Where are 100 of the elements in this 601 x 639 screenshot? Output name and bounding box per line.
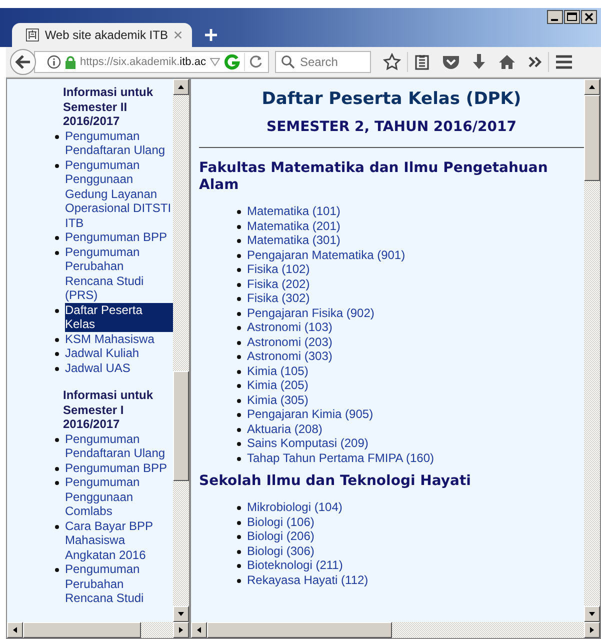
scroll-up-button[interactable] <box>173 79 189 95</box>
scrollbar-thumb[interactable] <box>23 622 141 638</box>
address-bar[interactable]: https://six.akademik.itb.ac <box>34 51 269 73</box>
bullet-icon <box>237 254 241 258</box>
program-link[interactable]: Pengajaran Fisika (902) <box>247 306 374 320</box>
bullet-icon <box>55 236 59 240</box>
menu-icon[interactable] <box>554 54 573 70</box>
sidebar-link[interactable]: Daftar Peserta Kelas <box>65 302 173 332</box>
sidebar-link[interactable]: Jadwal UAS <box>65 360 173 375</box>
sidebar-link[interactable]: Pengumuman Perubahan Rencana Studi (PRS) <box>65 244 173 302</box>
sidebar-link[interactable]: Pengumuman Pendaftaran Ulang <box>65 432 173 460</box>
sidebar-link[interactable]: Pengumuman Penggunaan Comlabs <box>65 475 173 518</box>
bullet-icon <box>237 268 241 272</box>
program-link[interactable]: Matematika (101) <box>247 204 340 218</box>
program-link[interactable]: Biologi (206) <box>247 529 314 544</box>
program-link[interactable]: Kimia (305) <box>247 392 308 407</box>
lock-icon <box>65 56 76 68</box>
program-link[interactable]: Mikrobiologi (104) <box>247 500 342 514</box>
program-link[interactable]: Sains Komputasi (209) <box>247 436 368 450</box>
star-icon[interactable] <box>382 53 401 71</box>
search-icon <box>280 55 295 69</box>
scroll-up-button[interactable] <box>584 79 600 95</box>
sidebar-link[interactable]: Cara Bayar BPP Mahasiswa Angkatan 2016 <box>65 518 173 562</box>
pocket-icon[interactable] <box>442 54 460 70</box>
sidebar-link[interactable]: Pengumuman Penggunaan Gedung Layanan Operasional DITSTI ITB <box>65 158 173 230</box>
info-icon[interactable] <box>47 55 61 69</box>
program-link[interactable]: Matematika (201) <box>247 218 340 233</box>
faculty-heading: Sekolah Ilmu dan Teknologi Hayati <box>199 473 472 490</box>
sidebar-link[interactable]: Pengumuman BPP <box>65 460 173 475</box>
program-link[interactable]: Biologi (306) <box>247 544 314 558</box>
back-arrow-icon <box>15 55 31 69</box>
sidebar-link[interactable]: Pengumuman BPP <box>65 230 173 244</box>
scrollbar-thumb[interactable] <box>584 95 600 181</box>
url-text: https://six.akademik.itb.ac <box>80 56 206 68</box>
search-field[interactable]: Search <box>274 51 371 73</box>
scroll-right-button[interactable] <box>584 622 600 638</box>
scroll-left-button[interactable] <box>7 622 23 638</box>
bullet-icon <box>55 250 59 254</box>
site-logo-icon <box>26 27 39 43</box>
program-link[interactable]: Kimia (105) <box>247 364 308 378</box>
download-icon[interactable] <box>472 54 486 70</box>
bullet-icon <box>237 239 241 243</box>
sidebar-link[interactable]: Jadwal Kuliah <box>65 346 173 360</box>
scrollbar[interactable] <box>173 79 189 622</box>
bullet-icon <box>55 568 59 572</box>
program-link[interactable]: Fisika (302) <box>247 291 310 306</box>
faculty-heading: Fakultas Matematika dan Ilmu Pengetahuan Alam <box>199 160 549 194</box>
scroll-down-button[interactable] <box>584 606 600 622</box>
bullet-icon <box>55 524 59 528</box>
program-link[interactable]: Rekayasa Hayati (112) <box>247 572 368 587</box>
sidebar-link[interactable]: Pengumuman Perubahan Rencana Studi <box>65 562 173 606</box>
bullet-icon <box>237 210 241 214</box>
bullet-icon <box>237 355 241 359</box>
program-link[interactable]: Biologi (106) <box>247 514 314 529</box>
bullet-icon <box>237 384 241 388</box>
home-icon[interactable] <box>498 54 516 70</box>
minimize-icon[interactable] <box>547 10 563 24</box>
bullet-icon <box>55 366 59 370</box>
bullet-icon <box>55 438 59 442</box>
bullet-icon <box>237 370 241 374</box>
program-link[interactable]: Fisika (102) <box>247 262 310 276</box>
program-link[interactable]: Matematika (301) <box>247 233 340 248</box>
tab-title: Web site akademik ITB <box>44 28 168 42</box>
dropdown-arrow-icon[interactable] <box>210 58 220 66</box>
close-icon[interactable] <box>581 10 597 24</box>
program-link[interactable]: Fisika (202) <box>247 276 310 291</box>
program-link[interactable]: Tahap Tahun Pertama FMIPA (160) <box>247 450 434 465</box>
program-link[interactable]: Astronomi (303) <box>247 349 332 364</box>
new-tab-icon[interactable] <box>204 28 218 42</box>
sidebar-heading: Informasi untuk Semester II 2016/2017 <box>62 85 154 128</box>
scrollbar-thumb[interactable] <box>207 622 392 638</box>
browser-tab[interactable]: Web site akademik ITB <box>12 23 192 47</box>
program-link[interactable]: Pengajaran Matematika (901) <box>247 248 406 262</box>
program-link[interactable]: Astronomi (203) <box>247 334 332 349</box>
scroll-left-button[interactable] <box>191 622 207 638</box>
page-title: Daftar Peserta Kelas (DPK) <box>260 89 522 109</box>
reload-icon[interactable] <box>248 55 263 69</box>
scrollbar[interactable] <box>584 79 600 622</box>
program-link[interactable]: Kimia (205) <box>247 378 308 392</box>
back-button[interactable] <box>10 49 36 75</box>
scrollbar-thumb[interactable] <box>173 371 189 481</box>
bullet-icon <box>237 326 241 330</box>
sidebar-link[interactable]: Pengumuman Pendaftaran Ulang <box>65 128 173 158</box>
clipboard-icon[interactable] <box>414 54 430 70</box>
scroll-down-button[interactable] <box>173 606 189 622</box>
program-link[interactable]: Aktuaria (208) <box>247 422 322 436</box>
scrollbar[interactable] <box>191 622 600 638</box>
program-link[interactable]: Pengajaran Kimia (905) <box>247 407 374 422</box>
program-link[interactable]: Bioteknologi (211) <box>247 558 343 572</box>
bullet-icon <box>237 428 241 432</box>
program-link[interactable]: Astronomi (103) <box>247 320 332 334</box>
chevron-icon[interactable] <box>528 56 542 68</box>
sidebar-link[interactable]: KSM Mahasiswa <box>65 332 173 346</box>
scrollbar[interactable] <box>7 622 189 638</box>
bullet-icon <box>237 340 241 344</box>
g-logo-icon[interactable] <box>224 54 240 70</box>
scroll-right-button[interactable] <box>173 622 189 638</box>
bullet-icon <box>237 535 241 539</box>
maximize-icon[interactable] <box>564 10 580 24</box>
bullet-icon <box>237 520 241 524</box>
